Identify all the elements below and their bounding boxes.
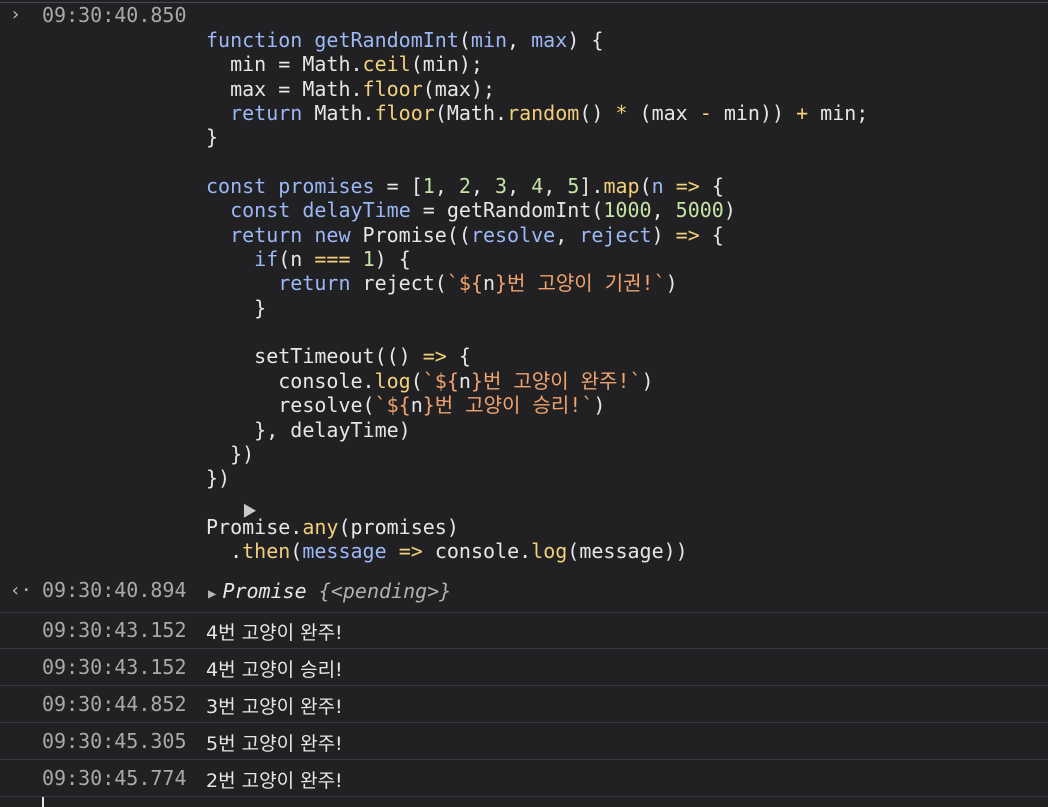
code-line: console.log(`${n}번 고양이 완주!`) — [206, 368, 654, 393]
log-timestamp: 09:30:43.152 — [42, 618, 187, 642]
code-line: } — [206, 295, 267, 320]
input-prompt-icon: › — [10, 4, 21, 25]
code-line: }) — [206, 466, 231, 491]
code-block[interactable]: function getRandomInt(min, max) { min = … — [206, 28, 868, 564]
promise-label: Promise — [222, 579, 307, 603]
log-message: 4번 고양이 완주! — [206, 622, 343, 644]
code-line: resolve(`${n}번 고양이 승리!`) — [206, 393, 606, 418]
result-timestamp: 09:30:40.894 — [42, 578, 187, 602]
log-row: 09:30:44.852 3번 고양이 완주! — [0, 686, 1048, 723]
code-line: function getRandomInt(min, max) { — [206, 28, 604, 52]
code-line: return Math.floor(Math.random() * (max -… — [230, 101, 869, 126]
log-timestamp: 09:30:45.774 — [42, 766, 187, 790]
log-row: 09:30:45.774 2번 고양이 완주! — [0, 760, 1048, 797]
promise-state: {<pending>} — [318, 579, 452, 603]
code-line: min = Math.ceil(min); — [206, 52, 483, 77]
code-line: const promises = [1, 2, 3, 4, 5].map(n =… — [206, 174, 724, 199]
code-line: max = Math.floor(max); — [206, 76, 496, 101]
code-line: setTimeout(() => { — [206, 344, 471, 369]
log-message: 5번 고양이 완주! — [206, 733, 343, 755]
expand-triangle-icon[interactable]: ▶ — [208, 586, 216, 602]
code-line: if(n === 1) { — [254, 247, 411, 272]
log-row: 09:30:43.152 4번 고양이 완주! — [0, 612, 1048, 649]
code-line: }, delayTime) — [206, 417, 411, 442]
code-line: } — [206, 125, 219, 150]
promise-object[interactable]: ▶ Promise {<pending>} — [208, 579, 451, 603]
code-line: Promise.any(promises) — [206, 514, 459, 539]
log-row: 09:30:43.152 4번 고양이 승리! — [0, 649, 1048, 686]
input-timestamp: 09:30:40.850 — [42, 3, 187, 27]
log-row: 09:30:45.305 5번 고양이 완주! — [0, 723, 1048, 760]
code-line: const delayTime = getRandomInt(1000, 500… — [230, 198, 736, 223]
log-message: 3번 고양이 완주! — [206, 696, 343, 718]
code-line: return new Promise((resolve, reject) => … — [230, 222, 724, 247]
return-arrow-icon: ‹· — [10, 580, 32, 601]
log-message: 4번 고양이 승리! — [206, 659, 343, 681]
log-timestamp: 09:30:43.152 — [42, 655, 187, 679]
log-message: 2번 고양이 완주! — [206, 770, 343, 792]
code-line: return reject(`${n}번 고양이 기권!`) — [278, 271, 678, 296]
log-timestamp: 09:30:45.305 — [42, 729, 187, 753]
code-line: }) — [206, 441, 255, 466]
code-line: .then(message => console.log(message)) — [206, 539, 688, 564]
log-timestamp: 09:30:44.852 — [42, 692, 187, 716]
result-row: ‹· 09:30:40.894 ▶ Promise {<pending>} — [0, 572, 1048, 613]
